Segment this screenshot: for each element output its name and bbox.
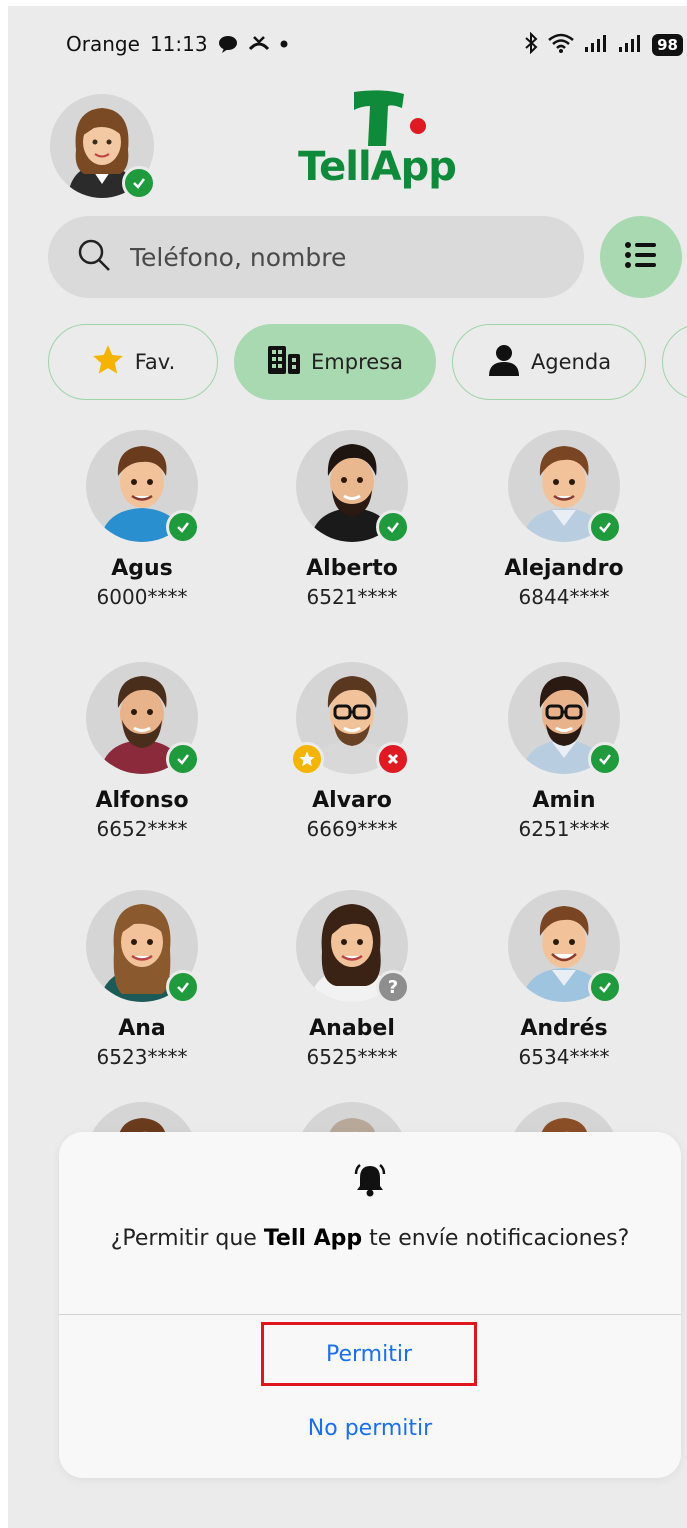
contact-card[interactable]: Alvaro 6669**** bbox=[262, 662, 442, 841]
online-status-icon bbox=[166, 510, 200, 544]
contact-name: Anabel bbox=[309, 1016, 395, 1041]
contact-card[interactable]: ? Anabel 6525**** bbox=[262, 890, 442, 1069]
app-logo: TellApp bbox=[292, 86, 462, 196]
contact-name: Alejandro bbox=[504, 556, 624, 581]
status-left: Orange 11:13 bbox=[66, 32, 288, 56]
tab-company[interactable]: Empresa bbox=[234, 324, 436, 400]
contact-card[interactable]: Andrés 6534**** bbox=[474, 890, 654, 1069]
tab-more[interactable] bbox=[662, 324, 687, 400]
search-bar[interactable] bbox=[48, 216, 584, 298]
status-bar: Orange 11:13 98 bbox=[8, 30, 687, 66]
profile-avatar[interactable] bbox=[50, 94, 156, 200]
dialog-app-name: Tell App bbox=[263, 1226, 363, 1251]
tab-label: Agenda bbox=[530, 350, 612, 374]
dialog-text-after: te envíe notificaciones? bbox=[362, 1226, 630, 1251]
bluetooth-icon bbox=[524, 31, 538, 58]
person-icon bbox=[487, 344, 521, 381]
tab-label: Fav. bbox=[134, 350, 176, 374]
favorite-star-icon bbox=[290, 742, 324, 776]
building-icon bbox=[267, 345, 301, 380]
contact-card[interactable]: Agus 6000**** bbox=[52, 430, 232, 609]
bell-ringing-icon bbox=[352, 1162, 388, 1202]
unavailable-status-icon bbox=[376, 742, 410, 776]
list-icon bbox=[624, 241, 658, 273]
dialog-message: ¿Permitir que Tell App te envíe notifica… bbox=[99, 1222, 641, 1256]
status-right: 98 bbox=[524, 31, 683, 58]
signal-icon bbox=[618, 33, 642, 57]
contact-phone: 6669**** bbox=[306, 817, 398, 841]
clock: 11:13 bbox=[149, 32, 208, 56]
contact-name: Alberto bbox=[306, 556, 398, 581]
star-icon bbox=[91, 343, 125, 382]
notification-dot-icon bbox=[280, 40, 288, 48]
search-icon bbox=[76, 237, 112, 277]
contact-phone: 6652**** bbox=[96, 817, 188, 841]
contact-name: Alfonso bbox=[95, 788, 189, 813]
chat-bubble-icon bbox=[218, 35, 238, 53]
unknown-status-icon: ? bbox=[376, 970, 410, 1004]
carrier-label: Orange bbox=[66, 32, 140, 56]
logo-text: TellApp bbox=[298, 144, 457, 190]
contact-phone: 6000**** bbox=[96, 585, 188, 609]
contact-phone: 6534**** bbox=[518, 1045, 610, 1069]
contact-name: Amin bbox=[532, 788, 596, 813]
tab-favorites[interactable]: Fav. bbox=[48, 324, 218, 400]
contact-phone: 6523**** bbox=[96, 1045, 188, 1069]
battery-icon: 98 bbox=[652, 34, 683, 56]
filter-tabs: Fav. Empresa Agenda bbox=[48, 324, 687, 400]
wifi-icon bbox=[548, 33, 574, 57]
online-status-icon bbox=[166, 970, 200, 1004]
dialog-text-before: ¿Permitir que bbox=[110, 1226, 264, 1251]
contact-phone: 6525**** bbox=[306, 1045, 398, 1069]
online-status-icon bbox=[588, 510, 622, 544]
contact-card[interactable]: Alberto 6521**** bbox=[262, 430, 442, 609]
app-screen: Orange 11:13 98 TellApp Teléfono, nombre… bbox=[8, 6, 687, 1528]
notification-permission-dialog: ¿Permitir que Tell App te envíe notifica… bbox=[59, 1132, 681, 1478]
allow-button[interactable]: Permitir bbox=[261, 1322, 477, 1386]
list-view-button[interactable] bbox=[600, 216, 682, 298]
contact-phone: 6521**** bbox=[306, 585, 398, 609]
contact-phone: 6844**** bbox=[518, 585, 610, 609]
contact-name: Ana bbox=[118, 1016, 166, 1041]
contact-card[interactable]: Alejandro 6844**** bbox=[474, 430, 654, 609]
search-input[interactable] bbox=[130, 242, 530, 272]
dialog-divider bbox=[59, 1314, 681, 1315]
deny-button[interactable]: No permitir bbox=[221, 1400, 519, 1456]
online-status-icon bbox=[122, 166, 156, 200]
online-status-icon bbox=[166, 742, 200, 776]
contact-card[interactable]: Alfonso 6652**** bbox=[52, 662, 232, 841]
contact-card[interactable]: Ana 6523**** bbox=[52, 890, 232, 1069]
online-status-icon bbox=[588, 742, 622, 776]
contact-card[interactable]: Amin 6251**** bbox=[474, 662, 654, 841]
missed-call-icon bbox=[248, 35, 270, 53]
signal-icon bbox=[584, 33, 608, 57]
online-status-icon bbox=[376, 510, 410, 544]
tab-label: Empresa bbox=[311, 350, 403, 374]
contact-name: Agus bbox=[111, 556, 173, 581]
tab-contacts[interactable]: Agenda bbox=[452, 324, 646, 400]
contact-name: Andrés bbox=[520, 1016, 608, 1041]
online-status-icon bbox=[588, 970, 622, 1004]
contact-name: Alvaro bbox=[312, 788, 392, 813]
contact-phone: 6251**** bbox=[518, 817, 610, 841]
